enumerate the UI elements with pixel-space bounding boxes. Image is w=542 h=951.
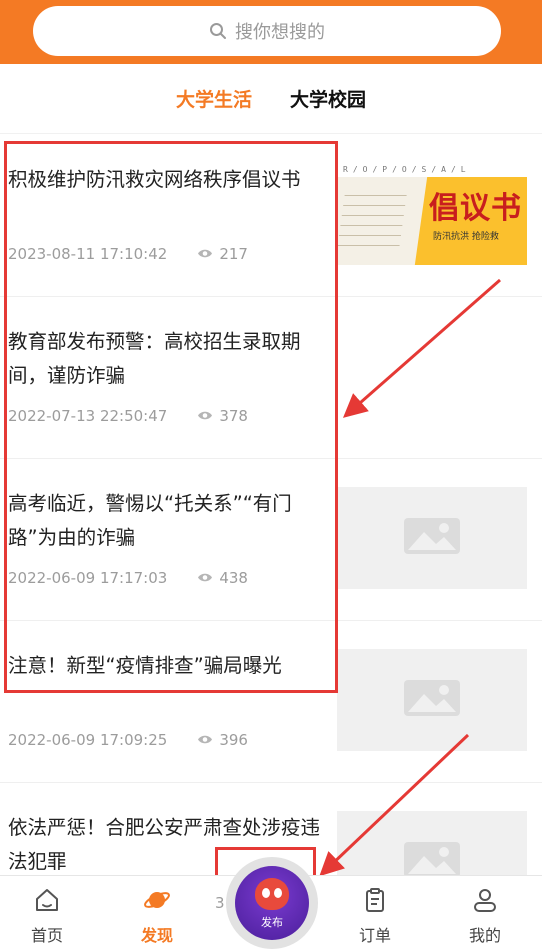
nav-home-label: 首页 [30,926,63,945]
nav-home[interactable]: 首页 [2,876,92,951]
proposal-banner-image: R/O/P/O/S/A/L 倡议书 防汛抗洪 抢险救 [337,163,527,265]
article-title: 积极维护防汛救灾网络秩序倡议书 [8,168,301,191]
search-bar[interactable]: 搜你想搜的 [33,6,501,56]
article-item[interactable]: 教育部发布预警：高校招生录取期间，谨防诈骗 2022-07-13 22:50:4… [0,297,542,459]
banner-strip-text: R/O/P/O/S/A/L [337,163,527,177]
tab-college-campus[interactable]: 大学校园 [290,81,366,116]
article-date: 2022-06-09 17:09:25 [8,731,168,749]
category-tabs: 大学生活 大学校园 [0,64,542,134]
tab-college-life[interactable]: 大学生活 [176,81,252,116]
home-icon [33,886,61,918]
article-date: 2023-08-11 17:10:42 [8,245,168,263]
user-icon [471,886,499,918]
publish-button[interactable]: 发布 [226,857,318,949]
search-placeholder: 搜你想搜的 [235,22,325,43]
nav-discover-label: 发现 [140,926,173,945]
article-item[interactable]: 积极维护防汛救灾网络秩序倡议书 2023-08-11 17:10:42 217 … [0,135,542,297]
article-meta: 2022-06-09 17:09:25 396 [8,731,248,749]
article-views: 217 [219,245,248,263]
article-meta: 2022-06-09 17:17:03 438 [8,569,248,587]
banner-title: 倡议书 [429,191,522,226]
article-views: 378 [219,407,248,425]
article-title: 注意！新型“疫情排查”骗局曝光 [8,654,282,677]
eye-icon [197,731,213,749]
nav-mine-label: 我的 [468,926,501,945]
article-thumbnail: R/O/P/O/S/A/L 倡议书 防汛抗洪 抢险救 [337,163,527,265]
article-title: 教育部发布预警：高校招生录取期间，谨防诈骗 [8,330,301,387]
article-views: 438 [219,569,248,587]
clipboard-icon [361,886,389,918]
article-date: 2022-07-13 22:50:47 [8,407,168,425]
header-bar: 搜你想搜的 [0,0,542,64]
article-title: 高考临近，警惕以“托关系”“有门路”为由的诈骗 [8,492,292,549]
eye-icon [197,569,213,587]
article-list: 积极维护防汛救灾网络秩序倡议书 2023-08-11 17:10:42 217 … [0,135,542,945]
search-icon [209,22,227,40]
article-date: 2022-06-09 17:17:03 [8,569,168,587]
planet-icon [143,886,171,918]
image-placeholder-icon [404,680,460,720]
nav-mine[interactable]: 我的 [440,876,530,951]
article-meta: 2022-07-13 22:50:47 378 [8,407,248,425]
article-views: 396 [219,731,248,749]
banner-subtitle: 防汛抗洪 抢险救 [433,232,499,242]
publish-label: 发布 [261,916,283,929]
article-meta: 2023-08-11 17:10:42 217 [8,245,248,263]
partial-view-count: 3 [215,894,225,912]
article-thumbnail [337,649,527,751]
eye-icon [197,407,213,425]
mascot-icon: 发布 [235,866,309,940]
nav-orders-label: 订单 [358,926,391,945]
article-thumbnail [337,487,527,589]
article-item[interactable]: 高考临近，警惕以“托关系”“有门路”为由的诈骗 2022-06-09 17:17… [0,459,542,621]
image-placeholder-icon [404,518,460,558]
book-illustration [337,177,428,265]
eye-icon [197,245,213,263]
article-item[interactable]: 注意！新型“疫情排查”骗局曝光 2022-06-09 17:09:25 396 [0,621,542,783]
nav-orders[interactable]: 订单 [330,876,420,951]
nav-discover[interactable]: 发现 [112,876,202,951]
